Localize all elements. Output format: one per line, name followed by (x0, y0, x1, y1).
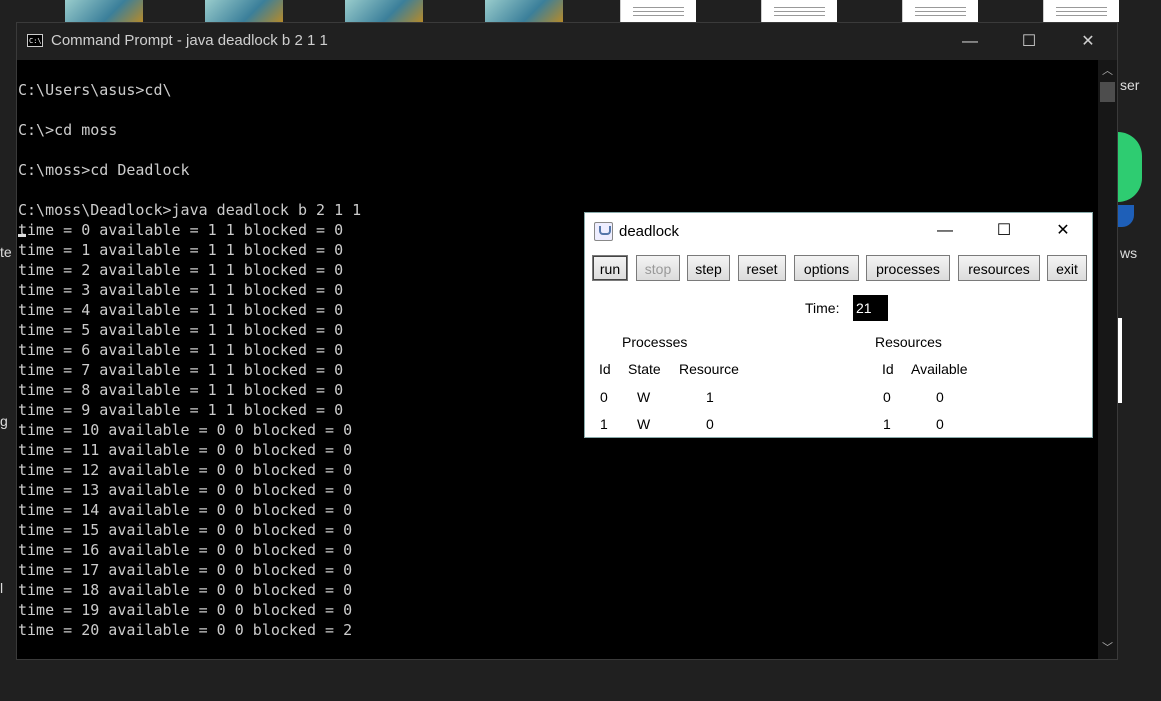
time-label: Time: (805, 300, 840, 316)
console-line: time = 7 available = 1 1 blocked = 0 (18, 361, 344, 379)
desktop-icon-3[interactable] (345, 0, 423, 22)
exit-button[interactable]: exit (1047, 255, 1087, 281)
window-title: Command Prompt - java deadlock b 2 1 1 (51, 32, 328, 49)
processes-heading: Processes (622, 334, 688, 350)
step-button[interactable]: step (687, 255, 730, 281)
process-row-1-state: W (637, 416, 651, 432)
resource-row-0-available: 0 (936, 389, 944, 405)
desktop-document-icon-2[interactable] (761, 0, 837, 22)
resources-button[interactable]: resources (958, 255, 1040, 281)
desktop-blue-app-icon[interactable] (1118, 205, 1134, 227)
desktop-document-icon-4[interactable] (1043, 0, 1119, 22)
console-line: time = 16 available = 0 0 blocked = 0 (18, 541, 353, 559)
console-line: time = 3 available = 1 1 blocked = 0 (18, 281, 344, 299)
console-line: time = 0 available = 1 1 blocked = 0 (18, 221, 344, 239)
java-coffee-icon (594, 222, 613, 241)
process-row-0-state: W (637, 389, 651, 405)
console-line: C:\>cd moss (18, 121, 118, 139)
deadlock-minimize-button[interactable]: — (916, 213, 974, 249)
deadlock-close-button[interactable]: ✕ (1034, 213, 1092, 249)
scroll-down-arrow-icon[interactable]: ﹀ (1098, 639, 1117, 657)
options-button[interactable]: options (794, 255, 859, 281)
console-line: time = 12 available = 0 0 blocked = 0 (18, 461, 353, 479)
console-line: time = 9 available = 1 1 blocked = 0 (18, 401, 344, 419)
desktop-label-te: te (0, 244, 12, 260)
command-prompt-titlebar[interactable]: C:\ Command Prompt - java deadlock b 2 1… (17, 23, 1117, 60)
desktop-document-icon-1[interactable] (620, 0, 696, 22)
desktop-label-g: g (0, 413, 8, 429)
console-line: time = 6 available = 1 1 blocked = 0 (18, 341, 344, 359)
close-button[interactable]: ✕ (1059, 23, 1117, 60)
desktop-icon-2[interactable] (205, 0, 283, 22)
desktop-white-panel (1118, 318, 1122, 403)
resource-col-id: Id (882, 361, 894, 377)
desktop-label-l: l (0, 580, 4, 596)
desktop-icon-1[interactable] (65, 0, 143, 22)
process-col-state: State (628, 361, 661, 377)
console-line: time = 17 available = 0 0 blocked = 0 (18, 561, 353, 579)
console-icon: C:\ (27, 34, 43, 47)
console-line: time = 1 available = 1 1 blocked = 0 (18, 241, 344, 259)
resources-heading: Resources (875, 334, 942, 350)
desktop-label-ser: ser (1120, 77, 1140, 93)
desktop-label-ws: ws (1120, 245, 1138, 261)
console-line: C:\moss\Deadlock>java deadlock b 2 1 1 (18, 201, 362, 219)
console-line: time = 11 available = 0 0 blocked = 0 (18, 441, 353, 459)
resource-col-available: Available (911, 361, 968, 377)
desktop-document-icon-3[interactable] (902, 0, 978, 22)
deadlock-window[interactable]: deadlock — ☐ ✕ run stop step reset optio… (584, 212, 1093, 438)
minimize-button[interactable]: — (941, 23, 999, 60)
process-col-resource: Resource (679, 361, 739, 377)
desktop-green-app-icon[interactable] (1118, 132, 1142, 202)
deadlock-titlebar[interactable]: deadlock — ☐ ✕ (585, 213, 1092, 249)
console-line: time = 4 available = 1 1 blocked = 0 (18, 301, 344, 319)
resource-row-0-id: 0 (883, 389, 891, 405)
desktop-icon-4[interactable] (485, 0, 563, 22)
text-cursor (18, 234, 26, 237)
scroll-thumb[interactable] (1100, 82, 1115, 102)
run-button[interactable]: run (592, 255, 628, 281)
stop-button[interactable]: stop (636, 255, 680, 281)
resource-row-1-id: 1 (883, 416, 891, 432)
process-row-0-resource: 1 (706, 389, 714, 405)
maximize-button[interactable]: ☐ (1000, 23, 1058, 60)
console-line: time = 20 available = 0 0 blocked = 2 (18, 621, 353, 639)
process-row-1-resource: 0 (706, 416, 714, 432)
console-line: time = 13 available = 0 0 blocked = 0 (18, 481, 353, 499)
process-row-0-id: 0 (600, 389, 608, 405)
process-row-1-id: 1 (600, 416, 608, 432)
processes-button[interactable]: processes (866, 255, 950, 281)
resource-row-1-available: 0 (936, 416, 944, 432)
console-line: time = 14 available = 0 0 blocked = 0 (18, 501, 353, 519)
console-line: time = 18 available = 0 0 blocked = 0 (18, 581, 353, 599)
reset-button[interactable]: reset (738, 255, 786, 281)
console-line: C:\moss>cd Deadlock (18, 161, 190, 179)
console-line: time = 2 available = 1 1 blocked = 0 (18, 261, 344, 279)
console-line: time = 10 available = 0 0 blocked = 0 (18, 421, 353, 439)
process-col-id: Id (599, 361, 611, 377)
deadlock-window-title: deadlock (619, 223, 680, 240)
deadlock-maximize-button[interactable]: ☐ (975, 213, 1033, 249)
console-line: time = 19 available = 0 0 blocked = 0 (18, 601, 353, 619)
time-value: 21 (853, 295, 888, 321)
console-line: time = 15 available = 0 0 blocked = 0 (18, 521, 353, 539)
scroll-up-arrow-icon[interactable]: ︿ (1098, 62, 1117, 80)
console-line: time = 5 available = 1 1 blocked = 0 (18, 321, 344, 339)
vertical-scrollbar[interactable]: ︿ ﹀ (1098, 60, 1117, 659)
console-line: C:\Users\asus>cd\ (18, 81, 172, 99)
console-line: time = 8 available = 1 1 blocked = 0 (18, 381, 344, 399)
